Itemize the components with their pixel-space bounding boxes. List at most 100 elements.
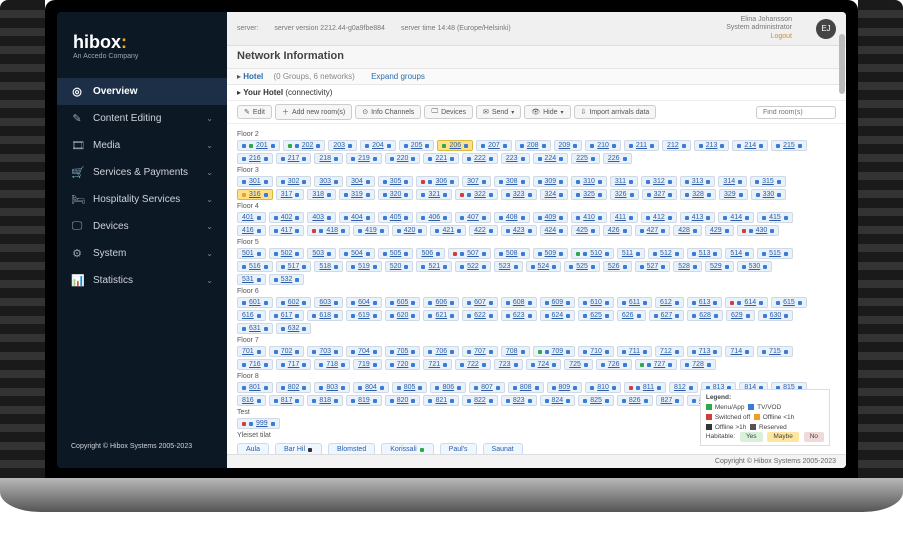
room-cell[interactable]: 607	[462, 297, 498, 308]
room-cell[interactable]: 225	[571, 153, 600, 164]
room-cell[interactable]: 702	[269, 346, 305, 357]
room-cell[interactable]: 213	[694, 140, 730, 151]
room-cell[interactable]: 418	[307, 225, 350, 236]
room-cell[interactable]: 805	[392, 382, 428, 393]
room-cell[interactable]: 316	[237, 189, 273, 200]
room-cell[interactable]: 721	[423, 359, 452, 370]
room-cell[interactable]: 317	[276, 189, 305, 200]
room-cell[interactable]: 426	[603, 225, 632, 236]
room-cell[interactable]: 403	[307, 212, 336, 223]
room-cell[interactable]: 708	[501, 346, 530, 357]
room-cell[interactable]: 305	[378, 176, 414, 187]
room-cell[interactable]: 302	[276, 176, 312, 187]
room-cell[interactable]: 808	[508, 382, 544, 393]
room-cell[interactable]: 530	[737, 261, 773, 272]
room-cell[interactable]: 707	[462, 346, 498, 357]
room-cell[interactable]: 724	[526, 359, 562, 370]
room-cell[interactable]: 319	[339, 189, 375, 200]
room-cell[interactable]: 507	[448, 248, 491, 259]
room-cell[interactable]: 809	[547, 382, 583, 393]
room-cell[interactable]: 723	[494, 359, 523, 370]
room-cell[interactable]: 313	[680, 176, 716, 187]
room-cell[interactable]: 532	[269, 274, 305, 285]
room-cell[interactable]: 314	[718, 176, 747, 187]
room-cell[interactable]: 423	[501, 225, 537, 236]
room-cell[interactable]: 520	[385, 261, 414, 272]
room-cell[interactable]: 405	[378, 212, 414, 223]
room-cell[interactable]: 517	[276, 261, 312, 272]
room-cell[interactable]: 616	[237, 310, 266, 321]
room-cell[interactable]: 718	[314, 359, 350, 370]
room-cell[interactable]: 318	[307, 189, 336, 200]
room-cell[interactable]: 720	[385, 359, 421, 370]
room-cell[interactable]: 801	[237, 382, 273, 393]
room-cell[interactable]: 613	[687, 297, 723, 308]
room-cell[interactable]: 404	[339, 212, 375, 223]
add-room-button[interactable]: ＋Add new room(s)	[275, 104, 352, 120]
room-cell[interactable]: 208	[515, 140, 551, 151]
room-cell[interactable]: 824	[540, 395, 576, 406]
room-cell[interactable]: 715	[757, 346, 793, 357]
room-cell[interactable]: 523	[494, 261, 523, 272]
room-cell[interactable]: 216	[237, 153, 273, 164]
room-cell[interactable]: 210	[585, 140, 621, 151]
room-cell[interactable]: 511	[617, 248, 645, 259]
room-cell[interactable]: 322	[455, 189, 498, 200]
room-cell[interactable]: 726	[596, 359, 632, 370]
logout-link[interactable]: Logout	[726, 33, 792, 41]
room-cell[interactable]: 218	[314, 153, 343, 164]
room-cell[interactable]: 424	[540, 225, 569, 236]
room-cell[interactable]: 608	[501, 297, 537, 308]
room-cell[interactable]: 215	[771, 140, 807, 151]
room-cell[interactable]: 320	[378, 189, 414, 200]
room-cell[interactable]: 301	[237, 176, 273, 187]
room-cell[interactable]: 802	[276, 382, 312, 393]
room-cell[interactable]: 304	[346, 176, 375, 187]
room-cell[interactable]: 401	[237, 212, 266, 223]
room-cell[interactable]: 329	[719, 189, 748, 200]
nav-item-content-editing[interactable]: ✎Content Editing⌄	[57, 105, 227, 132]
room-cell[interactable]: 201	[237, 140, 280, 151]
room-cell[interactable]: 803	[314, 382, 350, 393]
nav-item-services-payments[interactable]: 🛒Services & Payments⌄	[57, 159, 227, 186]
room-cell[interactable]: 714	[725, 346, 754, 357]
room-cell[interactable]: 212	[662, 140, 691, 151]
room-cell[interactable]: 620	[385, 310, 421, 321]
scrollbar[interactable]	[839, 34, 845, 454]
room-cell[interactable]: 311	[610, 176, 638, 187]
room-cell[interactable]: 214	[732, 140, 768, 151]
room-cell[interactable]: 502	[269, 248, 305, 259]
room-cell[interactable]: 306	[416, 176, 459, 187]
room-cell[interactable]: 823	[501, 395, 537, 406]
room-cell[interactable]: 622	[462, 310, 498, 321]
room-cell[interactable]: 825	[578, 395, 614, 406]
room-cell[interactable]: 623	[501, 310, 537, 321]
room-cell[interactable]: 407	[455, 212, 491, 223]
room-cell[interactable]: 630	[758, 310, 794, 321]
room-cell[interactable]: 514	[725, 248, 754, 259]
room-cell[interactable]: 705	[385, 346, 421, 357]
room-cell[interactable]: 411	[610, 212, 638, 223]
room-cell[interactable]: 719	[353, 359, 382, 370]
room-cell[interactable]: 822	[462, 395, 498, 406]
nav-item-overview[interactable]: ◎Overview	[57, 78, 227, 105]
room-cell[interactable]: 522	[455, 261, 491, 272]
room-cell[interactable]: 508	[494, 248, 530, 259]
room-cell[interactable]: 816	[237, 395, 266, 406]
room-cell[interactable]: 603	[314, 297, 343, 308]
room-cell[interactable]: 706	[423, 346, 459, 357]
room-cell[interactable]: 509	[533, 248, 569, 259]
room-cell[interactable]: 713	[687, 346, 723, 357]
room-cell[interactable]: 999	[237, 418, 280, 429]
room-cell[interactable]: 224	[533, 153, 569, 164]
room-cell[interactable]: 222	[462, 153, 498, 164]
room-cell[interactable]: 728	[680, 359, 716, 370]
room-cell[interactable]: 525	[564, 261, 600, 272]
room-cell[interactable]: 219	[346, 153, 382, 164]
room-cell[interactable]: 819	[346, 395, 382, 406]
room-cell[interactable]: 419	[353, 225, 389, 236]
room-cell[interactable]: 804	[353, 382, 389, 393]
room-cell[interactable]: 412	[641, 212, 677, 223]
room-cell[interactable]: 428	[673, 225, 702, 236]
room-cell[interactable]: 701	[237, 346, 266, 357]
